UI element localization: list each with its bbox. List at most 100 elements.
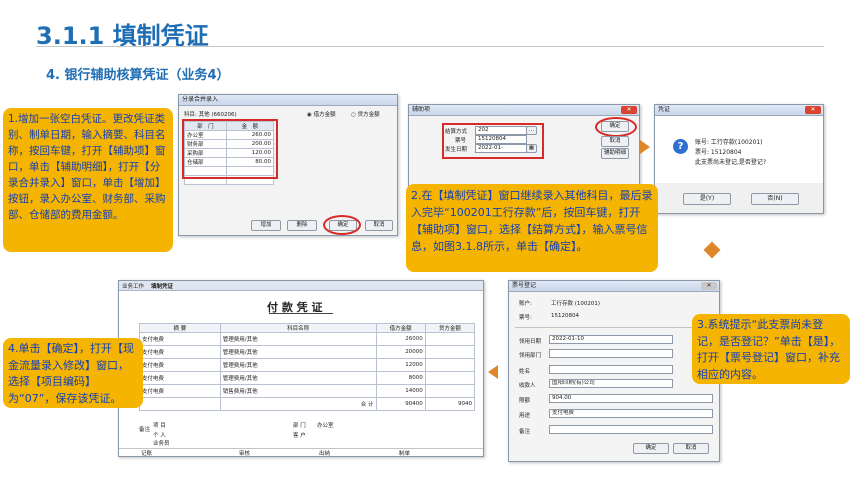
table-row[interactable]: 支付电费 管理费用/其他 8000 [139, 371, 476, 385]
slide-subtitle: 4. 银行辅助核算凭证（业务4） [46, 68, 230, 83]
tab-fill-voucher[interactable]: 填制凭证 [151, 282, 173, 290]
arrow-right-1 [640, 140, 650, 154]
close-icon[interactable]: ✕ [621, 106, 637, 114]
no-button[interactable]: 否(N) [751, 193, 799, 205]
close-icon[interactable]: ✕ [805, 106, 821, 114]
col-debit: 借方金额 [375, 323, 426, 333]
sign-maker: 制单 [399, 451, 411, 457]
footer-client-label: 客 户 [293, 433, 306, 439]
summary-cell[interactable]: 支付电费 [139, 332, 221, 346]
col-subject: 科目名称 [219, 323, 377, 333]
total-debit: 90400 [375, 397, 426, 411]
sign-divider [119, 448, 483, 449]
add-button[interactable]: 增加 [251, 220, 281, 231]
piaohao-window: 票号登记 ✕ 账户: 工行存款 (100201) 票号: 15120804 领用… [508, 280, 720, 462]
debit-cell[interactable]: 12000 [375, 358, 426, 372]
tab-business[interactable]: 业务工作 [122, 282, 144, 290]
table-row[interactable]: 支付电费 管理费用/其他 20000 [139, 345, 476, 359]
fenlu-grid-highlight [182, 119, 278, 179]
callout-step1: 1.增加一张空白凭证。更改凭证类别、制单日期，输入摘要、科目名称，按回车键，打开… [3, 108, 173, 252]
table-row[interactable]: 支付电费 销售费用/其他 14000 [139, 384, 476, 398]
piaohao-ticket-value: 15120804 [551, 313, 579, 319]
piaohao-date-label: 领用日期 [519, 339, 542, 345]
summary-cell[interactable]: 支付电费 [139, 384, 221, 398]
piaohao-dept-label: 领用部门 [519, 353, 542, 359]
piaohao-ticket-label: 票号: [519, 315, 532, 321]
purpose-field[interactable]: 支付电费 [549, 409, 713, 418]
summary-cell[interactable]: 支付电费 [139, 371, 221, 385]
footer-dept-label: 部 门 [293, 423, 306, 429]
subject-cell[interactable]: 管理费用/其他 [219, 371, 377, 385]
issue-dept-field[interactable] [549, 349, 673, 358]
footer-dept-value: 办公室 [317, 423, 334, 429]
col-summary: 摘 要 [139, 323, 221, 333]
piaohao-account-label: 账户: [519, 301, 532, 307]
piaohao-cancel-button[interactable]: 取消 [673, 443, 709, 454]
subject-cell[interactable]: 管理费用/其他 [219, 358, 377, 372]
debit-cell[interactable]: 8000 [375, 371, 426, 385]
piaohao-name-label: 姓名 [519, 369, 531, 375]
close-icon[interactable]: ✕ [701, 282, 717, 290]
subject-cell[interactable]: 销售费用/其他 [219, 384, 377, 398]
payee-field[interactable]: 国阳印刷(有)公司 [549, 379, 673, 388]
fukuan-window: 业务工作 填制凭证 付 款 凭 证 摘 要 科目名称 借方金额 贷方金额 支付电… [118, 280, 484, 457]
fuzhu-fields-highlight [442, 123, 544, 159]
title-underline [269, 313, 333, 314]
fenlu-cancel-button[interactable]: 取消 [365, 220, 393, 231]
fenlu-window: 分录合并录入 科目: 其他 (660206) ◉ 借方金额 ○ 贷方金额 部 门… [178, 94, 398, 236]
col-credit: 贷方金额 [424, 323, 476, 333]
piaohao-divider [515, 327, 711, 328]
total-label: 合 计 [219, 397, 377, 411]
aux-detail-button[interactable]: 辅助明细 [601, 148, 629, 159]
callout-step3: 3.系统提示“此支票尚未登记，是否登记？”单击【是】，打开【票号登记】窗口，补充… [692, 314, 850, 384]
delete-button[interactable]: 删除 [287, 220, 317, 231]
name-field[interactable] [549, 365, 673, 374]
limit-field[interactable]: 904.00 [549, 394, 713, 403]
subject-cell[interactable]: 管理费用/其他 [219, 345, 377, 359]
debit-cell[interactable]: 26000 [375, 332, 426, 346]
prompt-ticket-line: 票号: 15120804 [695, 149, 742, 156]
piaohao-ok-button[interactable]: 确定 [633, 443, 669, 454]
sign-bookkeep: 记账 [141, 451, 153, 457]
fuzhu-cancel-button[interactable]: 取消 [601, 136, 629, 147]
title-divider [36, 46, 824, 47]
callout-step2: 2.在【填制凭证】窗口继续录入其他科目，最后录入完毕“100201工行存款”后，… [406, 184, 658, 272]
fenlu-subject: 科目: 其他 (660206) [184, 112, 237, 118]
fuzhu-window-title: 辅助项 [409, 105, 639, 116]
voucher-prompt-window: 凭证 ✕ ? 账号: 工行存款(100201) 票号: 15120804 此支票… [654, 104, 824, 214]
fenlu-window-title: 分录合并录入 [179, 95, 397, 106]
issue-date-field[interactable]: 2022-01-10 [549, 335, 673, 344]
voucher-entry-grid: 摘 要 科目名称 借方金额 贷方金额 支付电费 管理费用/其他 26000 支付电费… [139, 323, 476, 411]
piaohao-limit-label: 限额 [519, 398, 531, 404]
piaohao-use-label: 用途 [519, 413, 531, 419]
subject-cell[interactable]: 管理费用/其他 [219, 332, 377, 346]
sign-audit: 审核 [239, 451, 251, 457]
note-field[interactable] [549, 425, 713, 434]
sign-cashier: 出纳 [319, 451, 331, 457]
fenlu-radio-credit[interactable]: ○ 贷方金额 [351, 110, 380, 118]
callout-step4: 4.单击【确定】，打开【现金流量录入修改】窗口，选择【项目编码】为“07”，保存… [3, 338, 143, 408]
summary-cell[interactable]: 支付电费 [139, 358, 221, 372]
summary-cell[interactable]: 支付电费 [139, 345, 221, 359]
debit-cell[interactable]: 14000 [375, 384, 426, 398]
table-row[interactable]: 支付电费 管理费用/其他 12000 [139, 358, 476, 372]
arrow-left-3 [488, 365, 498, 379]
fenlu-radio-debit[interactable]: ◉ 借方金额 [307, 110, 336, 118]
debit-cell[interactable]: 20000 [375, 345, 426, 359]
piaohao-account-value: 工行存款 (100201) [551, 301, 601, 307]
fuzhu-ok-highlight [595, 117, 637, 137]
footer-salesman-label: 业务员 [153, 441, 170, 447]
total-credit: 9040 [424, 397, 476, 411]
prompt-account-line: 账号: 工行存款(100201) [695, 139, 763, 146]
piaohao-window-title: 票号登记 [509, 281, 719, 292]
prompt-question-line: 此支票尚未登记,是否登记? [695, 159, 767, 166]
question-icon: ? [673, 139, 688, 154]
arrow-down-2 [703, 241, 721, 259]
piaohao-payee-label: 收款人 [519, 383, 536, 389]
footer-project-label: 项 目 [153, 423, 166, 429]
table-row[interactable]: 支付电费 管理费用/其他 26000 [139, 332, 476, 346]
footer-memo-label: 备注 [139, 427, 151, 433]
yes-button[interactable]: 是(Y) [683, 193, 731, 205]
voucher-prompt-title: 凭证 [655, 105, 823, 116]
fenlu-radio-credit-label: 贷方金额 [357, 112, 380, 118]
